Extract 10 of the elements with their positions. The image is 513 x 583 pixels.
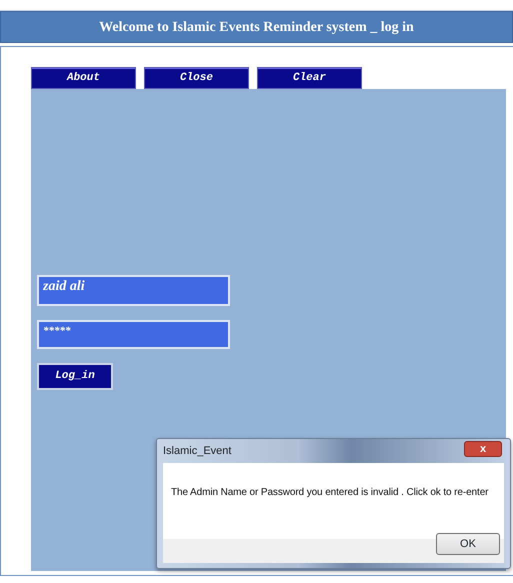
toolbar-button[interactable]: About [31,67,136,89]
log-in-button[interactable]: Log_in [37,363,113,390]
dialog-title: Islamic_Event [163,445,232,457]
window-title: Welcome to Islamic Events Reminder system _ log in [0,11,513,43]
password-field[interactable]: ***** [37,320,230,349]
error-message: The Admin Name or Password you entered is invalid . Click ok to re-enter [171,487,488,498]
toolbar-button[interactable]: Close [144,67,249,89]
dialog-close-button[interactable]: x [464,441,502,457]
toolbar-button[interactable]: Clear [257,67,362,89]
ok-button[interactable]: OK [436,533,500,555]
